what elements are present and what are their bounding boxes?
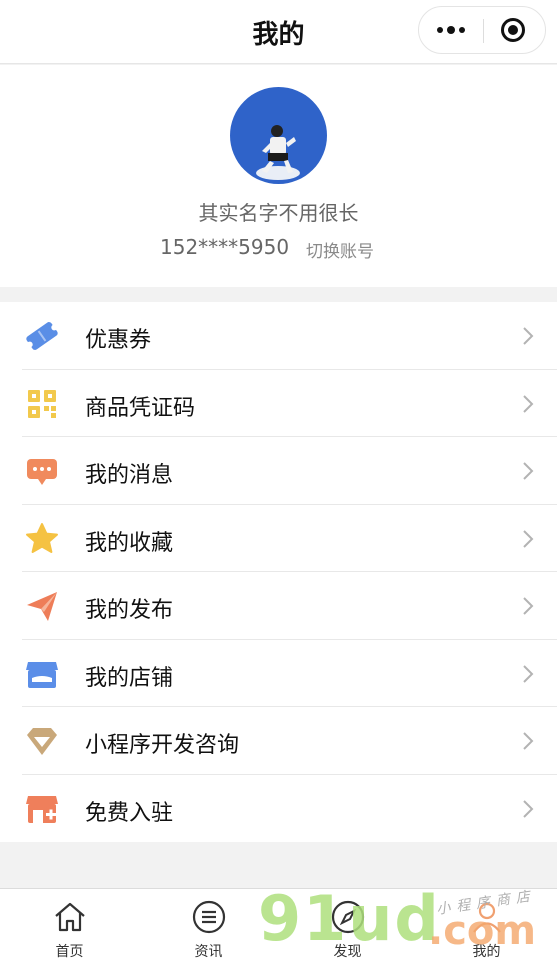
more-dots-icon[interactable] [419,7,483,53]
avatar-figure-icon [256,125,300,180]
tab-news[interactable]: 资讯 [139,889,278,960]
avatar[interactable] [230,87,327,184]
menu-item-label: 小程序开发咨询 [85,733,240,758]
list-icon [192,900,226,934]
qrcode-icon [28,389,56,418]
menu-item-coupon[interactable]: 优惠券 [0,302,557,370]
menu-item-free-join[interactable]: 免费入驻 [0,775,557,843]
tab-label: 发现 [333,944,362,960]
menu-item-label: 商品凭证码 [85,395,196,421]
menu-item-posts[interactable]: 我的发布 [0,572,557,640]
compass-icon [331,900,365,934]
shop-add-icon [26,795,58,823]
coupon-icon [26,322,58,350]
nav-bar: 我的 [0,0,557,64]
chevron-right-icon [523,529,534,548]
home-icon [55,902,85,932]
chevron-right-icon [523,732,534,750]
menu-item-label: 我的收藏 [85,530,174,556]
menu-item-voucher-code[interactable]: 商品凭证码 [0,370,557,438]
chevron-right-icon [523,597,534,615]
tab-label: 我的 [472,944,501,960]
tab-mine[interactable]: 我的 [417,889,556,960]
phone-number: 152****5950 [160,235,290,259]
tab-label: 首页 [55,944,84,960]
menu-item-label: 优惠券 [85,328,152,353]
store-icon [26,661,58,688]
menu-item-label: 免费入驻 [85,800,174,826]
chevron-right-icon [523,327,534,345]
chevron-right-icon [523,462,534,480]
tab-bar: 首页 资讯 发现 我的 [0,888,557,960]
menu-item-label: 我的店铺 [85,665,174,691]
menu-item-messages[interactable]: 我的消息 [0,437,557,505]
message-icon [27,459,57,485]
menu-list: 优惠券 商品凭证码 我的消息 我的收藏 我的发布 我的店铺 小程序开发咨询 免费… [0,302,557,842]
switch-account-link[interactable]: 切换账号 [306,237,374,262]
tab-label: 资讯 [194,944,223,960]
menu-item-favorites[interactable]: 我的收藏 [0,505,557,573]
menu-item-dev-consult[interactable]: 小程序开发咨询 [0,707,557,775]
tab-discover[interactable]: 发现 [278,889,417,960]
paper-plane-icon [27,592,57,621]
user-icon [473,902,501,933]
tab-home[interactable]: 首页 [0,889,139,960]
chevron-right-icon [523,394,534,413]
target-circle-icon[interactable] [501,18,525,42]
chevron-right-icon [523,799,534,818]
star-icon [26,522,58,553]
nickname: 其实名字不用很长 [198,201,359,225]
diamond-icon [27,728,57,755]
capsule-divider [483,19,484,43]
profile-card: 其实名字不用很长 152****5950 切换账号 [0,65,557,287]
chevron-right-icon [523,664,534,683]
menu-item-label: 我的消息 [85,463,174,488]
menu-item-my-store[interactable]: 我的店铺 [0,640,557,708]
menu-item-label: 我的发布 [85,598,174,623]
capsule-menu [418,6,546,54]
